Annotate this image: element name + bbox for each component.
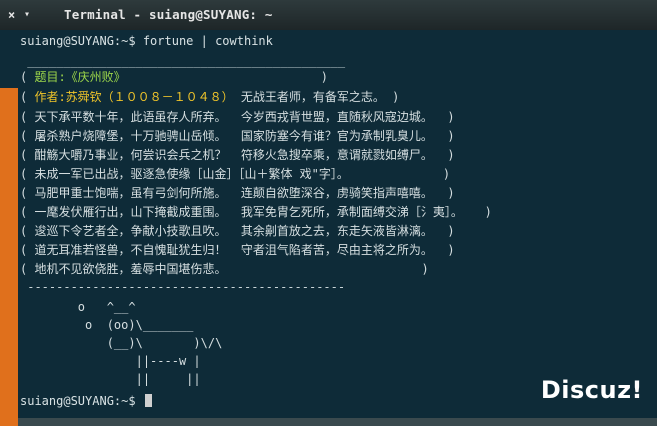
poem-title: 题目:《庆州败》 (34, 70, 126, 84)
shell-prompt: suiang@SUYANG:~$ (20, 394, 143, 408)
paren-open: ( (20, 90, 35, 104)
poem-line: ( 酣觞大嚼乃事业，何尝识会兵之机？ 符移火急搜卒乘，意谓就戮如缚尸。 ) (20, 148, 455, 162)
close-icon[interactable]: × (8, 7, 15, 23)
accent-bar (0, 88, 18, 426)
terminal-viewport[interactable]: suiang@SUYANG:~$ fortune | cowthink ____… (0, 30, 657, 426)
title-bar[interactable]: × ▾ Terminal - suiang@SUYANG: ~ (0, 0, 657, 30)
window-menu-icon[interactable]: ▾ (24, 7, 30, 23)
poem-line: ( 逡巡下令艺者全，争献小技歌且吹。 其余劓首放之去，东走矢液皆淋漓。 ) (20, 224, 455, 238)
final-prompt-line[interactable]: suiang@SUYANG:~$ (20, 394, 152, 409)
watermark-logo: Discuz! (540, 376, 643, 404)
cow-art-line: o ^__^ (20, 300, 136, 314)
cow-art-line: || || (20, 372, 201, 386)
thought-top-border: ________________________________________… (20, 54, 346, 68)
text-cursor (144, 394, 152, 407)
cow-art-line: o (oo)\_______ (20, 318, 194, 332)
poem-author-line: ( 作者:苏舜钦（１００８－１０４８） 无战王者师，有备军之志。 ) (20, 90, 399, 105)
cow-art-line: ||----w | (20, 354, 201, 368)
terminal-window: × ▾ Terminal - suiang@SUYANG: ~ suiang@S… (0, 0, 657, 426)
window-title: Terminal - suiang@SUYANG: ~ (64, 7, 273, 22)
poem-line: ( 一麾发伏雁行出，山下掩截成重围。 我军免胄乞死所，承制面缚交涕［氵夷］。 ) (20, 205, 492, 219)
poem-line: ( 屠杀熟户烧障堡，十万驰骋山岳倾。 国家防塞今有谁？官为承制乳臭儿。 ) (20, 129, 455, 143)
poem-line: ( 道无耳准若怪兽，不自愧耻犹生归！ 守者沮气陷者苦，尽由主将之所为。 ) (20, 243, 455, 257)
paren-open: ( (20, 70, 35, 84)
poem-line: ( 天下承平数十年，此语虽存人所弃。 今岁西戎背世盟，直随秋风寇边城。 ) (20, 110, 455, 124)
paren-close: ) (125, 70, 328, 84)
poem-author: 作者:苏舜钦（１００８－１０４８） (34, 90, 234, 104)
thought-bottom-border: ----------------------------------------… (20, 280, 346, 294)
poem-line: ( 地机不见欲侥胜，羞辱中国堪伤悲。 ) (20, 262, 429, 276)
command-line: suiang@SUYANG:~$ fortune | cowthink (20, 34, 273, 48)
poem-line: ( 马肥甲重士饱喘，虽有弓剑何所施。 连颠自欲堕深谷，虏骑笑指声嘻嘻。 ) (20, 186, 455, 200)
cow-art-line: (__)\ )\/\ (20, 336, 223, 350)
poem-line: ( 未成一军已出战，驱逐急使缘［山金］［山＋繁体 戏"字］。 ) (20, 167, 451, 181)
author-note: 无战王者师，有备军之志。 ) (233, 90, 400, 104)
poem-title-line: ( 题目:《庆州败》 ) (20, 70, 328, 85)
